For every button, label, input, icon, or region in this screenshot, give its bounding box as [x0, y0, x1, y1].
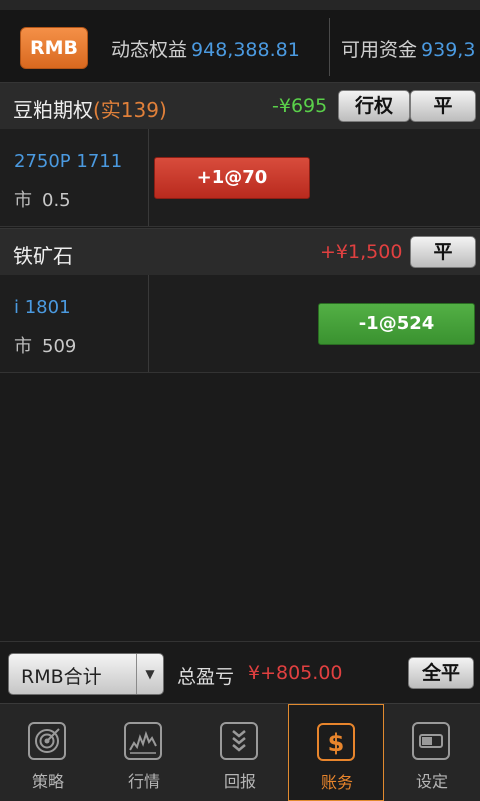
market-price: 市 0.5: [14, 186, 71, 212]
divider: [329, 18, 330, 76]
tab-market[interactable]: 行情: [96, 704, 192, 801]
tab-label: 策略: [31, 772, 64, 791]
total-pnl-label: 总盈亏: [177, 666, 235, 688]
chevron-down-icon: ▼: [136, 654, 163, 694]
group-subtitle: (实139): [93, 98, 167, 122]
position-row[interactable]: i 1801 市 509 -1@524: [0, 275, 480, 373]
group-pnl: -¥695: [272, 95, 328, 117]
available-funds-label: 可用资金: [341, 39, 418, 61]
market-label: 市: [14, 190, 32, 211]
close-all-button[interactable]: 全平: [408, 657, 474, 689]
sell-order-button[interactable]: -1@524: [318, 303, 475, 345]
dynamic-equity-value: 948,388.81: [191, 39, 300, 61]
exercise-button[interactable]: 行权: [338, 90, 410, 122]
market-value: 0.5: [42, 190, 71, 211]
dollar-icon: $: [317, 723, 355, 761]
download-icon: [220, 722, 258, 760]
tab-label: 回报: [223, 772, 256, 791]
group-header-soymeal-options[interactable]: 豆粕期权(实139) -¥695 行权 平: [0, 82, 480, 130]
group-title: 豆粕期权: [13, 98, 93, 122]
currency-button[interactable]: RMB: [20, 27, 88, 69]
tab-bar: 策略 行情 回报 $ 账务 设定: [0, 703, 480, 801]
contract-code[interactable]: 2750P 1711: [14, 151, 122, 172]
tab-accounts[interactable]: $ 账务: [288, 704, 384, 801]
tab-strategy[interactable]: 策略: [0, 704, 96, 801]
divider: [148, 129, 149, 226]
divider: [148, 275, 149, 372]
contract-code[interactable]: i 1801: [14, 297, 71, 318]
currency-total-select[interactable]: RMB合计 ▼: [8, 653, 164, 695]
tab-label: 行情: [127, 772, 160, 791]
total-pnl-value: ¥+805.00: [248, 662, 343, 684]
buy-order-button[interactable]: +1@70: [154, 157, 310, 199]
status-strip: [0, 0, 480, 10]
available-funds-value: 939,3: [421, 39, 476, 61]
account-bar: RMB 动态权益 948,388.81 可用资金 939,3: [0, 10, 480, 83]
market-label: 市: [14, 336, 32, 357]
group-pnl: +¥1,500: [320, 241, 403, 263]
chart-icon: [124, 722, 162, 760]
summary-bar: RMB合计 ▼ 总盈亏 ¥+805.00 全平: [0, 641, 480, 704]
tab-label: 设定: [415, 772, 448, 791]
available-funds: 可用资金 939,3: [341, 35, 475, 62]
tab-reports[interactable]: 回报: [192, 704, 288, 801]
tab-settings[interactable]: 设定: [384, 704, 480, 801]
close-position-button[interactable]: 平: [410, 236, 476, 268]
tab-label: 账务: [320, 773, 353, 792]
dynamic-equity: 动态权益 948,388.81: [111, 35, 300, 62]
market-value: 509: [42, 336, 77, 357]
market-price: 市 509: [14, 332, 76, 358]
svg-text:$: $: [328, 729, 345, 757]
group-name: 铁矿石: [13, 240, 73, 269]
group-title: 铁矿石: [13, 244, 73, 268]
group-header-iron-ore[interactable]: 铁矿石 +¥1,500 平: [0, 228, 480, 276]
settings-icon: [412, 722, 450, 760]
select-value: RMB合计: [21, 666, 102, 688]
dynamic-equity-label: 动态权益: [111, 39, 188, 61]
position-row[interactable]: 2750P 1711 市 0.5 +1@70: [0, 129, 480, 227]
close-position-button[interactable]: 平: [410, 90, 476, 122]
target-icon: [28, 722, 66, 760]
group-name: 豆粕期权(实139): [13, 94, 167, 123]
